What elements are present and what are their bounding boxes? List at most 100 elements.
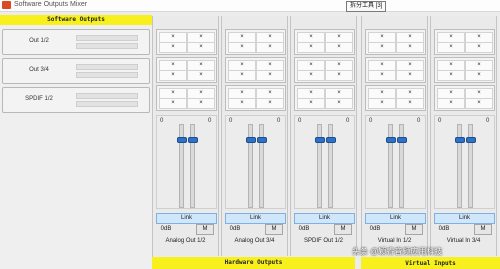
software-output-row[interactable]: SPDIF 1/2 (2, 87, 150, 113)
routing-cell[interactable]: × (228, 70, 256, 81)
column-label: Analog Out 1/2 (165, 238, 206, 244)
column-label: SPDIF Out 1/2 (303, 238, 343, 244)
routing-grid: × × × × (225, 29, 286, 55)
routing-cell[interactable]: × (159, 70, 187, 81)
routing-grid: × × × × (365, 29, 426, 55)
db-readout: 0dB (229, 226, 241, 232)
link-button[interactable]: Link (225, 213, 286, 224)
db-readout: 0dB (369, 226, 381, 232)
fader-knob[interactable] (386, 137, 396, 143)
routing-cell[interactable]: × (368, 70, 396, 81)
routing-cell[interactable]: × (325, 42, 353, 53)
mute-button[interactable]: M (265, 224, 283, 235)
routing-grid: × × × × (225, 57, 286, 83)
routing-grid: × × × × (156, 29, 217, 55)
link-button[interactable]: Link (294, 213, 355, 224)
routing-grid: × × × × (434, 57, 495, 83)
software-output-row[interactable]: Out 3/4 (2, 58, 150, 84)
software-outputs-header: Software Outputs (0, 15, 152, 25)
db-readout: 0dB (438, 226, 450, 232)
level-meter (76, 101, 138, 107)
column-label: Virtual In 3/4 (446, 238, 481, 244)
scale-label: 0 (160, 118, 164, 124)
mute-button[interactable]: M (196, 224, 214, 235)
hardware-outputs-footer: Hardware Outputs (152, 257, 355, 269)
watermark: 头条 @颖睿音频应用科技 (352, 247, 443, 256)
routing-cell[interactable]: × (297, 42, 325, 53)
level-meter (76, 35, 138, 41)
routing-cell[interactable]: × (325, 98, 353, 109)
fader-knob[interactable] (246, 137, 256, 143)
scale-label: 0 (229, 118, 233, 124)
routing-cell[interactable]: × (325, 70, 353, 81)
fader-knob[interactable] (257, 137, 267, 143)
software-output-label: Out 3/4 (29, 67, 49, 73)
fader-knob[interactable] (466, 137, 476, 143)
routing-grid: × × × × (156, 85, 217, 111)
fader-area: 0 0 (156, 115, 217, 209)
fader-knob[interactable] (315, 137, 325, 143)
fader-knob[interactable] (177, 137, 187, 143)
link-button[interactable]: Link (365, 213, 426, 224)
routing-cell[interactable]: × (465, 42, 493, 53)
fader-knob[interactable] (326, 137, 336, 143)
routing-cell[interactable]: × (368, 98, 396, 109)
routing-grid: × × × × (294, 29, 355, 55)
scale-label: 0 (417, 118, 421, 124)
link-button[interactable]: Link (156, 213, 217, 224)
fader-area: 0 0 (294, 115, 355, 209)
mixer-column-analog-out-3-4: × × × × × × × × × × × × 0 0 Link 0dB M A… (221, 16, 288, 256)
routing-cell[interactable]: × (256, 42, 284, 53)
routing-cell[interactable]: × (396, 70, 424, 81)
scale-label: 0 (369, 118, 373, 124)
routing-grid: × × × × (434, 85, 495, 111)
mixer-column-spdif-out-1-2: × × × × × × × × × × × × 0 0 Link 0dB M S… (290, 16, 357, 256)
mixer-column-analog-out-1-2: × × × × × × × × × × × × 0 0 Link 0dB M A… (152, 16, 219, 256)
software-output-label: SPDIF 1/2 (25, 96, 53, 102)
software-output-label: Out 1/2 (29, 38, 49, 44)
routing-cell[interactable]: × (228, 98, 256, 109)
level-meter (76, 64, 138, 70)
routing-cell[interactable]: × (368, 42, 396, 53)
mute-button[interactable]: M (334, 224, 352, 235)
db-readout: 0dB (160, 226, 172, 232)
scale-label: 0 (277, 118, 281, 124)
routing-cell[interactable]: × (159, 98, 187, 109)
fader-knob[interactable] (188, 137, 198, 143)
routing-grid: × × × × (294, 85, 355, 111)
scale-label: 0 (208, 118, 212, 124)
routing-cell[interactable]: × (437, 98, 465, 109)
routing-cell[interactable]: × (187, 70, 215, 81)
level-meter (76, 72, 138, 78)
routing-cell[interactable]: × (465, 70, 493, 81)
link-button[interactable]: Link (434, 213, 495, 224)
mute-button[interactable]: M (474, 224, 492, 235)
routing-cell[interactable]: × (228, 42, 256, 53)
fader-knob[interactable] (397, 137, 407, 143)
fader-area: 0 0 (434, 115, 495, 209)
software-output-row[interactable]: Out 1/2 (2, 29, 150, 55)
routing-cell[interactable]: × (256, 70, 284, 81)
routing-cell[interactable]: × (297, 98, 325, 109)
fader-knob[interactable] (455, 137, 465, 143)
routing-cell[interactable]: × (187, 98, 215, 109)
routing-grid: × × × × (225, 85, 286, 111)
routing-cell[interactable]: × (396, 98, 424, 109)
virtual-inputs-footer: Virtual Inputs (361, 257, 500, 269)
routing-cell[interactable]: × (437, 42, 465, 53)
mute-button[interactable]: M (405, 224, 423, 235)
scale-label: 0 (298, 118, 302, 124)
routing-cell[interactable]: × (437, 70, 465, 81)
routing-grid: × × × × (156, 57, 217, 83)
routing-cell[interactable]: × (297, 70, 325, 81)
routing-grid: × × × × (365, 85, 426, 111)
routing-cell[interactable]: × (256, 98, 284, 109)
routing-cell[interactable]: × (396, 42, 424, 53)
routing-cell[interactable]: × (187, 42, 215, 53)
column-label: Analog Out 3/4 (234, 238, 275, 244)
db-readout: 0dB (298, 226, 310, 232)
routing-cell[interactable]: × (159, 42, 187, 53)
scale-label: 0 (438, 118, 442, 124)
scale-label: 0 (486, 118, 490, 124)
routing-cell[interactable]: × (465, 98, 493, 109)
